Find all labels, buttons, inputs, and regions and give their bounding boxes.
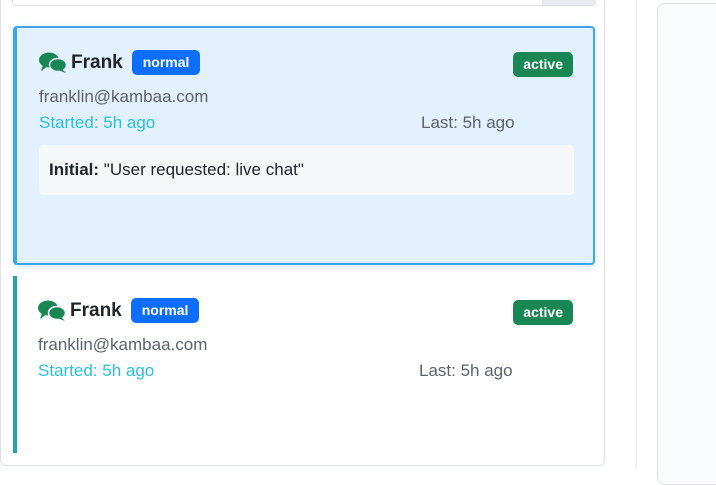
user-name: Frank	[70, 299, 122, 321]
search-input[interactable]	[12, 0, 570, 6]
user-email: franklin@kambaa.com	[39, 87, 209, 106]
user-name: Frank	[71, 51, 123, 73]
conversation-card[interactable]: Frank normal active franklin@kambaa.com …	[13, 26, 595, 265]
initial-message: Initial: "User requested: live chat"	[39, 145, 574, 195]
last-activity-time: Last: 5h ago	[419, 361, 513, 380]
card-header: Frank normal	[39, 50, 201, 75]
started-time: Started: 5h ago	[38, 361, 155, 380]
started-time: Started: 5h ago	[39, 113, 156, 132]
user-email: franklin@kambaa.com	[38, 335, 208, 354]
status-badge: active	[513, 300, 573, 325]
initial-label: Initial:	[49, 160, 100, 179]
panel-divider	[636, 0, 637, 468]
card-header: Frank normal	[38, 298, 200, 323]
search-button[interactable]	[542, 0, 596, 6]
conversation-card[interactable]: Frank normal active franklin@kambaa.com …	[13, 276, 595, 453]
status-badge: active	[513, 52, 573, 77]
priority-badge: normal	[131, 50, 201, 75]
chat-detail-panel	[657, 3, 716, 485]
priority-badge: normal	[130, 298, 200, 323]
initial-message-text: "User requested: live chat"	[103, 160, 304, 179]
chat-bubbles-icon	[38, 300, 66, 321]
chat-bubbles-icon	[39, 52, 67, 73]
last-activity-time: Last: 5h ago	[421, 113, 515, 132]
